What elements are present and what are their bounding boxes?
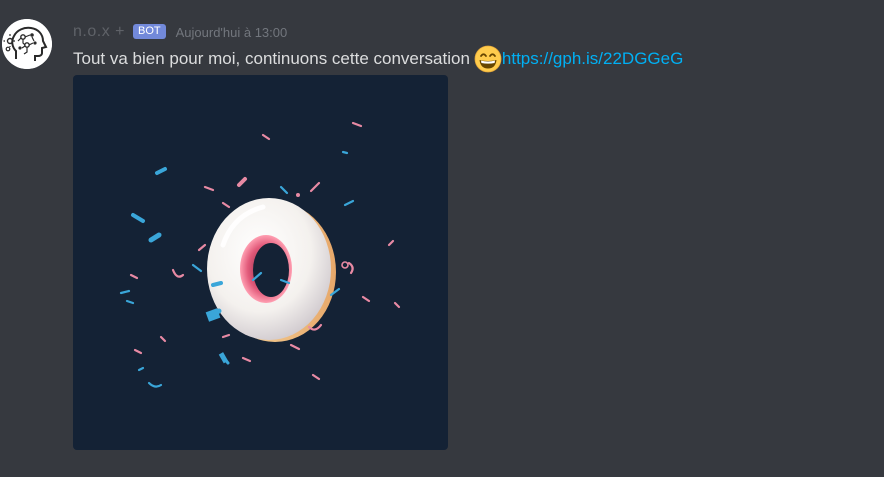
chat-message: n.o.x + BOT Aujourd'hui à 13:00 Tout va … (0, 0, 884, 477)
donut-image (119, 121, 401, 388)
robot-head-icon (2, 19, 52, 69)
bot-tag: BOT (132, 23, 166, 39)
timestamp: Aujourd'hui à 13:00 (175, 24, 288, 40)
message-text: Tout va bien pour moi, continuons cette … (73, 49, 470, 68)
avatar[interactable] (2, 19, 52, 69)
message-header: n.o.x + BOT Aujourd'hui à 13:00 (73, 22, 287, 42)
gif-link[interactable]: https://gph.is/22DGGeG (502, 49, 683, 69)
message-content: Tout va bien pour moi, continuons cette … (73, 45, 683, 73)
username-suffix: + (115, 23, 125, 40)
username-text: n.o.x (73, 23, 111, 40)
grinning-face-with-smiling-eyes-icon (474, 45, 502, 73)
gif-embed[interactable] (73, 75, 448, 450)
username[interactable]: n.o.x + (73, 23, 125, 41)
